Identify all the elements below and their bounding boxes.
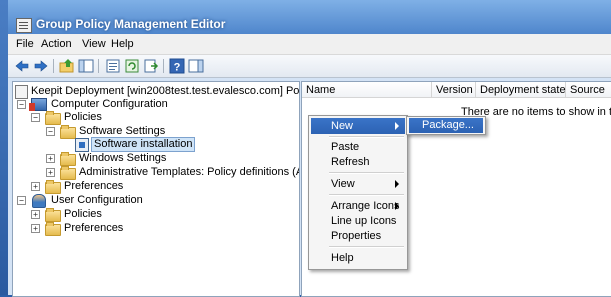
menu-item-line-up-icons[interactable]: Line up Icons [311, 213, 405, 229]
menu-item-package[interactable]: Package... [409, 118, 483, 133]
submenu-arrow-icon [395, 180, 399, 188]
show-hide-action-pane-icon[interactable] [188, 58, 204, 74]
expand-icon[interactable]: + [46, 168, 55, 177]
column-header-source[interactable]: Source [566, 82, 611, 98]
collapse-icon[interactable]: − [17, 196, 26, 205]
tree-label: Preferences [64, 222, 124, 234]
tree-label: Keepit Deployment [win2008test.test.eval… [31, 85, 300, 97]
menu-item-label: Help [331, 252, 354, 264]
refresh-icon[interactable] [124, 58, 140, 74]
toolbar-separator [98, 59, 99, 73]
window-title: Group Policy Management Editor [36, 17, 226, 31]
menu-item-label: Package... [422, 119, 474, 131]
new-submenu: Package... [406, 116, 486, 135]
context-menu: New Paste Refresh View Arrange Icons Lin… [308, 115, 408, 270]
expand-icon[interactable]: + [31, 182, 40, 191]
menu-item-new[interactable]: New [311, 118, 405, 134]
menu-separator [329, 194, 404, 196]
menu-bar: File Action View Help [8, 34, 611, 55]
toolbar-separator [163, 59, 164, 73]
menu-item-properties[interactable]: Properties [311, 228, 405, 244]
menu-item-label: Refresh [331, 156, 370, 168]
up-folder-icon[interactable] [59, 58, 75, 74]
export-list-icon[interactable] [143, 58, 159, 74]
gpme-app-icon [16, 18, 32, 33]
editor-window: Group Policy Management Editor File Acti… [8, 0, 611, 297]
properties-icon[interactable] [105, 58, 121, 74]
column-header-name[interactable]: Name [302, 82, 432, 98]
column-header-deployment-state[interactable]: Deployment state [476, 82, 566, 98]
menu-item-label: Line up Icons [331, 215, 397, 227]
menu-item-arrange-icons[interactable]: Arrange Icons [311, 198, 405, 214]
folder-icon [60, 125, 76, 139]
help-icon[interactable]: ? [169, 58, 185, 74]
collapse-icon[interactable]: − [17, 100, 26, 109]
folder-icon [45, 180, 61, 194]
expand-icon[interactable]: + [31, 210, 40, 219]
software-installation-icon [75, 138, 89, 152]
tree-label: User Configuration [51, 194, 143, 206]
collapse-icon[interactable]: − [31, 113, 40, 122]
tree-label: Preferences [64, 180, 124, 192]
tree-label: Computer Configuration [51, 98, 168, 110]
menu-item-paste[interactable]: Paste [311, 139, 405, 155]
submenu-arrow-icon [395, 202, 399, 210]
expand-icon[interactable]: + [46, 154, 55, 163]
toolbar: ? [8, 55, 611, 78]
menu-item-refresh[interactable]: Refresh [311, 154, 405, 170]
svg-text:?: ? [174, 62, 181, 74]
tree-label: Software installation [91, 137, 196, 152]
expand-icon[interactable]: + [31, 224, 40, 233]
folder-icon [45, 208, 61, 222]
computer-config-icon [29, 98, 47, 111]
menu-item-label: Paste [331, 141, 360, 153]
tree-label: Administrative Templates: Policy definit… [79, 166, 300, 178]
folder-icon [60, 166, 76, 180]
menu-item-label: View [331, 178, 355, 190]
show-hide-tree-icon[interactable] [78, 58, 94, 74]
menu-item-view[interactable]: View [311, 176, 405, 192]
back-arrow-icon[interactable] [14, 58, 30, 74]
menu-item-label: Properties [331, 230, 382, 242]
folder-icon [45, 222, 61, 236]
tree-label: Windows Settings [79, 152, 167, 164]
menu-separator [329, 172, 404, 174]
user-config-icon [32, 194, 46, 208]
folder-icon [45, 111, 61, 125]
folder-icon [60, 152, 76, 166]
menu-separator [329, 246, 404, 248]
menu-separator [329, 136, 404, 138]
menu-file[interactable]: File [16, 38, 34, 50]
gpo-icon [15, 85, 28, 99]
console-tree: Keepit Deployment [win2008test.test.eval… [12, 81, 300, 297]
menu-view[interactable]: View [82, 38, 106, 50]
submenu-arrow-icon [395, 122, 399, 130]
forward-arrow-icon[interactable] [33, 58, 49, 74]
collapse-icon[interactable]: − [46, 127, 55, 136]
title-bar[interactable]: Group Policy Management Editor [8, 0, 611, 34]
menu-item-help[interactable]: Help [311, 250, 405, 266]
menu-help[interactable]: Help [111, 38, 134, 50]
tree-label: Policies [64, 208, 102, 220]
column-header-version[interactable]: Version [432, 82, 476, 98]
desktop-edge [0, 0, 8, 295]
menu-item-label: New [331, 120, 354, 132]
tree-label: Policies [64, 111, 102, 123]
menu-item-label: Arrange Icons [331, 200, 400, 212]
menu-action[interactable]: Action [41, 38, 72, 50]
toolbar-separator [53, 59, 54, 73]
